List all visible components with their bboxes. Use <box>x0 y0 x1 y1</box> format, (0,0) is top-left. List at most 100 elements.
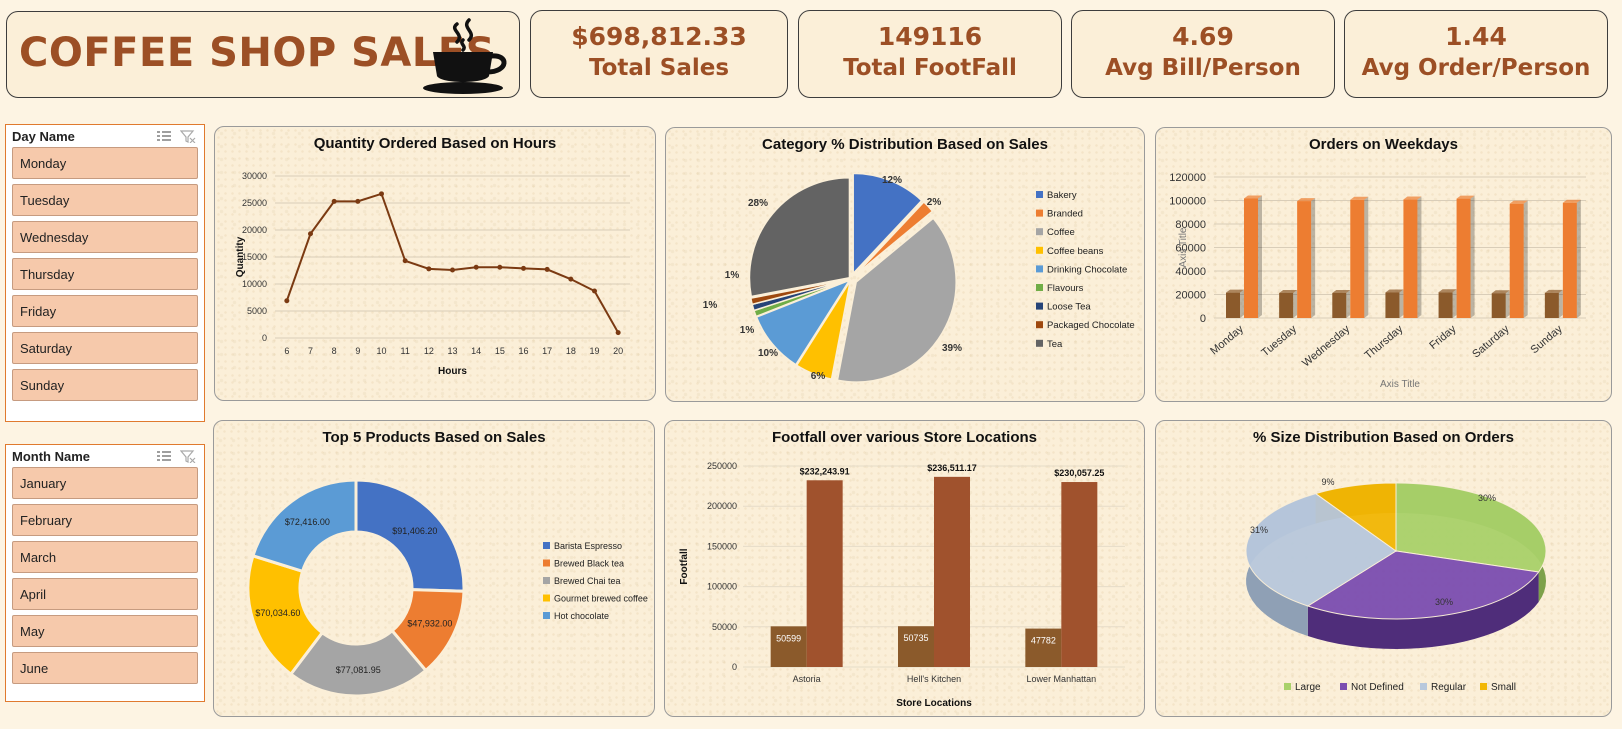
pie-slice <box>748 176 851 298</box>
data-label: $91,406.20 <box>392 526 437 536</box>
data-label: 9% <box>1321 477 1334 487</box>
x-tick-label: 18 <box>566 346 576 356</box>
legend-label: Coffee beans <box>1047 246 1104 257</box>
y-tick-label: 100000 <box>1169 196 1206 208</box>
legend-label: Gourmet brewed coffee <box>554 594 648 604</box>
legend-swatch <box>1036 209 1043 217</box>
x-tick-label: Monday <box>1208 323 1246 358</box>
slicer-item-wednesday[interactable]: Wednesday <box>12 221 198 253</box>
data-point <box>568 276 574 282</box>
legend-label: Regular <box>1431 682 1467 693</box>
slicer-item-friday[interactable]: Friday <box>12 295 198 327</box>
slicer-item-tuesday[interactable]: Tuesday <box>12 184 198 216</box>
y-tick-label: 20000 <box>242 225 267 235</box>
slicer-item-june[interactable]: June <box>12 652 198 684</box>
legend-swatch <box>1284 683 1291 690</box>
slicer-item-april[interactable]: April <box>12 578 198 610</box>
slicer-header: Month Name <box>6 445 204 467</box>
kpi-value: 4.69 <box>1172 22 1234 51</box>
x-tick-label: 9 <box>355 346 360 356</box>
slicer-item-january[interactable]: January <box>12 467 198 499</box>
chart-category: 12% 2% 39% 6% 10% 1% 1% 1% 28% Bakery Branded Coffe… <box>703 172 1135 383</box>
slicer-item-march[interactable]: March <box>12 541 198 573</box>
slicer-item-thursday[interactable]: Thursday <box>12 258 198 290</box>
x-axis-label: Store Locations <box>896 698 972 709</box>
data-label: 30% <box>1435 597 1453 607</box>
bar-side <box>1452 289 1457 318</box>
kpi-value: 149116 <box>877 22 983 51</box>
legend-label: Bakery <box>1047 190 1077 201</box>
y-tick-label: 100000 <box>707 582 737 592</box>
y-tick-label: 0 <box>262 333 267 343</box>
x-tick-label: 10 <box>376 346 386 356</box>
x-tick-label: Tuesday <box>1259 323 1299 359</box>
data-point <box>473 264 479 270</box>
slicer-item-monday[interactable]: Monday <box>12 147 198 179</box>
bar-side <box>1240 289 1244 318</box>
slicer-item-sunday[interactable]: Sunday <box>12 369 198 401</box>
y-tick-label: 30000 <box>242 171 267 181</box>
bar <box>1226 292 1240 318</box>
data-point <box>521 265 526 271</box>
bar <box>1061 482 1098 667</box>
legend-swatch <box>543 559 550 567</box>
slicer-item-may[interactable]: May <box>12 615 198 647</box>
series-line <box>285 192 620 334</box>
kpi-total-sales: $698,812.33 Total Sales <box>530 10 788 98</box>
x-tick-label: 15 <box>495 346 505 356</box>
data-label: $72,416.00 <box>285 517 330 527</box>
data-label: $236,511.17 <box>927 463 977 473</box>
legend-swatch <box>543 594 550 602</box>
chart-locations: 0 50000 100000 150000 200000 250000 50599 $232,… <box>679 461 1125 709</box>
data-point <box>544 266 550 272</box>
bar-side <box>1417 196 1422 318</box>
data-label: 12% <box>882 175 902 186</box>
legend-label: Hot chocolate <box>554 611 609 621</box>
kpi-label: Avg Bill/Person <box>1105 55 1301 81</box>
bar-side <box>1311 198 1316 318</box>
x-tick-label: 7 <box>308 346 313 356</box>
chart-top5-panel: Top 5 Products Based on Sales $91,406.20… <box>213 420 655 717</box>
legend-swatch <box>1036 321 1043 329</box>
data-label: 50599 <box>776 633 801 643</box>
bar <box>1544 292 1559 318</box>
bar <box>1403 199 1418 318</box>
data-label: 47782 <box>1031 636 1056 646</box>
legend-label: Flavours <box>1047 283 1084 294</box>
bar <box>806 480 843 667</box>
clear-filter-icon[interactable] <box>180 449 196 463</box>
y-axis-label: Footfall <box>679 548 690 584</box>
x-tick-label: Thursday <box>1363 323 1406 362</box>
chart-category-panel: Category % Distribution Based on Sales 1… <box>665 127 1145 402</box>
data-point <box>426 266 432 272</box>
slicer-title: Month Name <box>12 448 90 464</box>
bar-side <box>1470 195 1475 318</box>
chart-size: 30% 30% 31% 9% Large Not Defined Regular Small <box>1245 477 1547 693</box>
x-tick-label: Friday <box>1427 323 1459 352</box>
data-point <box>284 298 290 304</box>
legend-swatch <box>1036 339 1043 347</box>
bar-side <box>1505 290 1510 318</box>
bar-side <box>1258 195 1262 318</box>
legend-label: Barista Espresso <box>554 541 622 551</box>
legend-label: Coffee <box>1047 227 1075 238</box>
x-tick-label: 19 <box>589 346 599 356</box>
bar <box>1385 292 1400 318</box>
legend-label: Loose Tea <box>1047 302 1091 313</box>
slicer-item-february[interactable]: February <box>12 504 198 536</box>
data-point <box>450 267 455 273</box>
x-tick-label: 6 <box>284 346 289 356</box>
multi-select-icon[interactable] <box>156 129 172 143</box>
clear-filter-icon[interactable] <box>180 129 196 143</box>
bar <box>1438 292 1453 318</box>
legend-label: Brewed Chai tea <box>554 576 621 586</box>
x-tick-label: Hell's Kitchen <box>907 674 961 684</box>
bar <box>1491 293 1506 318</box>
slicer-item-saturday[interactable]: Saturday <box>12 332 198 364</box>
data-label: $47,932.00 <box>407 619 452 629</box>
coffee-cup-icon <box>423 18 507 94</box>
kpi-total-footfall: 149116 Total FootFall <box>798 10 1062 98</box>
multi-select-icon[interactable] <box>156 449 172 463</box>
x-tick-label: Lower Manhattan <box>1027 674 1097 684</box>
y-tick-label: 5000 <box>247 306 267 316</box>
